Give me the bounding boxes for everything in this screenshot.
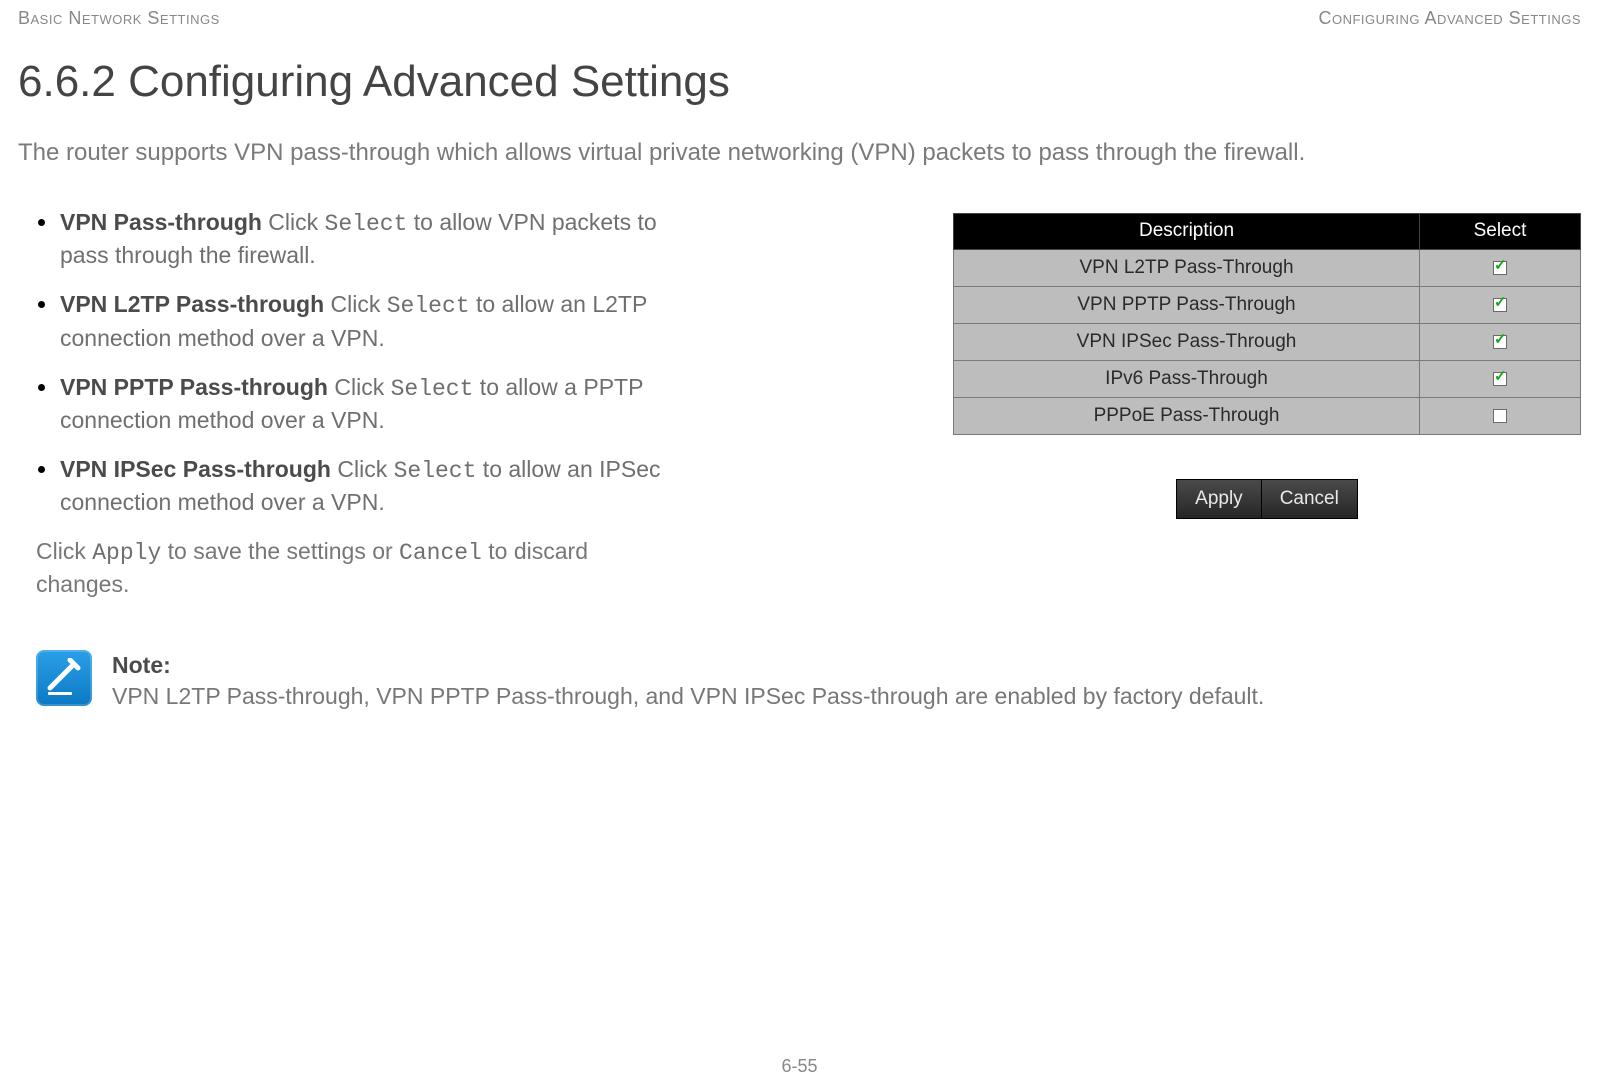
feature-list: VPN Pass-through Click Select to allow V… bbox=[18, 207, 678, 517]
checkbox[interactable] bbox=[1493, 372, 1507, 386]
table-row: IPv6 Pass-Through bbox=[954, 361, 1581, 398]
intro-paragraph: The router supports VPN pass-through whi… bbox=[18, 137, 1581, 169]
table-row: VPN L2TP Pass-Through bbox=[954, 250, 1581, 287]
col-header-description: Description bbox=[954, 214, 1420, 250]
list-item-text-pre: Click bbox=[262, 209, 325, 235]
table-cell-select bbox=[1420, 250, 1581, 287]
list-item-term: VPN IPSec Pass-through bbox=[60, 456, 331, 482]
page-title: 6.6.2 Configuring Advanced Settings bbox=[18, 57, 1581, 107]
table-cell-select bbox=[1420, 361, 1581, 398]
list-item-text-pre: Click bbox=[324, 291, 387, 317]
table-row: VPN PPTP Pass-Through bbox=[954, 287, 1581, 324]
list-item-code: Select bbox=[394, 458, 477, 484]
table-cell-select bbox=[1420, 287, 1581, 324]
note-label: Note: bbox=[112, 650, 1264, 681]
list-item-code: Select bbox=[325, 211, 408, 237]
apply-button[interactable]: Apply bbox=[1177, 480, 1261, 518]
table-row: PPPoE Pass-Through bbox=[954, 398, 1581, 435]
button-bar: Apply Cancel bbox=[953, 479, 1581, 519]
table-cell-description: VPN IPSec Pass-Through bbox=[954, 324, 1420, 361]
note-block: Note: VPN L2TP Pass-through, VPN PPTP Pa… bbox=[18, 650, 1581, 712]
note-body: VPN L2TP Pass-through, VPN PPTP Pass-thr… bbox=[112, 681, 1264, 712]
header-left: Basic Network Settings bbox=[18, 8, 220, 29]
button-group: Apply Cancel bbox=[1176, 479, 1358, 519]
table-cell-description: VPN L2TP Pass-Through bbox=[954, 250, 1420, 287]
table-cell-description: PPPoE Pass-Through bbox=[954, 398, 1420, 435]
list-item-code: Select bbox=[387, 293, 470, 319]
list-item-term: VPN L2TP Pass-through bbox=[60, 291, 324, 317]
apply-paragraph: Click Apply to save the settings or Canc… bbox=[18, 536, 678, 600]
checkbox[interactable] bbox=[1493, 261, 1507, 275]
header-right: Configuring Advanced Settings bbox=[1318, 8, 1581, 29]
page-footer: 6-55 bbox=[0, 1056, 1599, 1077]
list-item-text-pre: Click bbox=[331, 456, 394, 482]
checkbox[interactable] bbox=[1493, 298, 1507, 312]
table-cell-description: IPv6 Pass-Through bbox=[954, 361, 1420, 398]
list-item-text-pre: Click bbox=[328, 374, 391, 400]
checkbox[interactable] bbox=[1493, 335, 1507, 349]
list-item: VPN L2TP Pass-through Click Select to al… bbox=[60, 289, 678, 353]
table-cell-select bbox=[1420, 324, 1581, 361]
apply-mid: to save the settings or bbox=[161, 538, 399, 564]
table-row: VPN IPSec Pass-Through bbox=[954, 324, 1581, 361]
list-item: VPN PPTP Pass-through Click Select to al… bbox=[60, 372, 678, 436]
apply-code-2: Cancel bbox=[399, 540, 482, 566]
apply-code-1: Apply bbox=[92, 540, 161, 566]
list-item-term: VPN PPTP Pass-through bbox=[60, 374, 328, 400]
passthrough-table: Description Select VPN L2TP Pass-Through… bbox=[953, 213, 1581, 435]
list-item: VPN Pass-through Click Select to allow V… bbox=[60, 207, 678, 271]
table-cell-description: VPN PPTP Pass-Through bbox=[954, 287, 1420, 324]
list-item-term: VPN Pass-through bbox=[60, 209, 262, 235]
cancel-button[interactable]: Cancel bbox=[1261, 480, 1357, 518]
note-icon bbox=[36, 650, 92, 706]
table-cell-select bbox=[1420, 398, 1581, 435]
note-text: Note: VPN L2TP Pass-through, VPN PPTP Pa… bbox=[112, 650, 1264, 712]
col-header-select: Select bbox=[1420, 214, 1581, 250]
page-header: Basic Network Settings Configuring Advan… bbox=[18, 0, 1581, 29]
apply-pre: Click bbox=[36, 538, 92, 564]
list-item: VPN IPSec Pass-through Click Select to a… bbox=[60, 454, 678, 518]
list-item-code: Select bbox=[391, 376, 474, 402]
checkbox[interactable] bbox=[1493, 409, 1507, 423]
